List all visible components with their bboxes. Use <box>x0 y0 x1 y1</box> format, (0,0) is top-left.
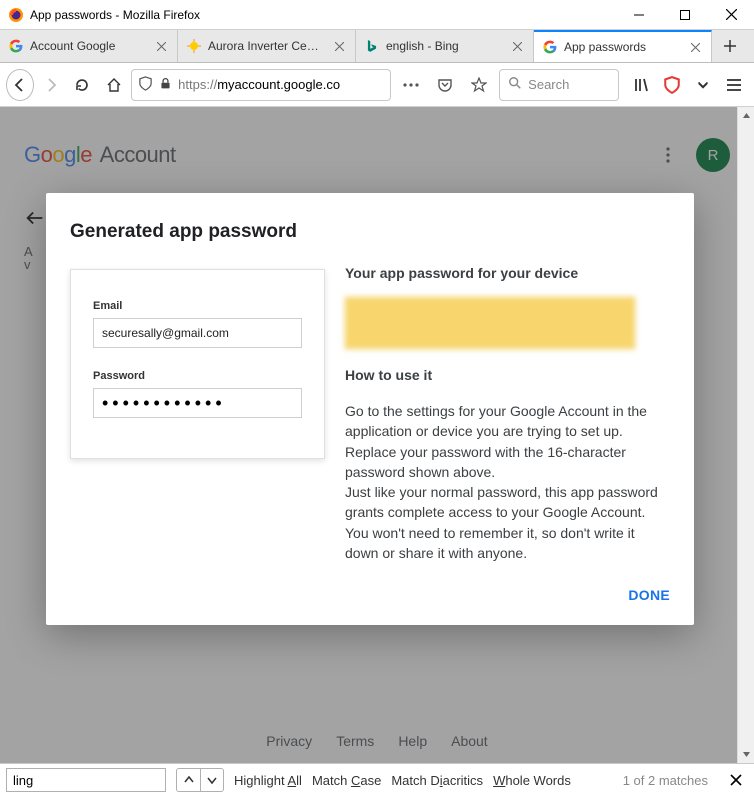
bing-icon <box>364 38 380 54</box>
generated-password-modal: Generated app password Email Password ••… <box>46 193 694 625</box>
ublock-icon[interactable] <box>658 69 685 101</box>
close-tab-icon[interactable] <box>153 38 169 54</box>
window-titlebar: App passwords - Mozilla Firefox <box>0 0 754 30</box>
firefox-icon <box>8 7 24 23</box>
modal-subheading: Your app password for your device <box>345 265 670 281</box>
shield-icon[interactable] <box>138 76 153 94</box>
app-password-box <box>345 297 635 349</box>
vertical-scrollbar[interactable] <box>737 107 754 763</box>
close-tab-icon[interactable] <box>331 38 347 54</box>
home-button[interactable] <box>100 69 127 101</box>
password-field[interactable]: •••••••••••• <box>93 388 302 418</box>
bookmark-button[interactable] <box>463 69 495 101</box>
find-match-count: 1 of 2 matches <box>623 773 708 788</box>
tab-label: Account Google <box>30 39 147 53</box>
reload-button[interactable] <box>69 69 96 101</box>
search-icon <box>508 76 522 93</box>
find-whole-words[interactable]: Whole Words <box>493 773 571 788</box>
tab-label: App passwords <box>564 40 681 54</box>
forward-button[interactable] <box>38 69 65 101</box>
nav-toolbar: https://myaccount.google.co Search <box>0 63 754 107</box>
library-button[interactable] <box>627 69 654 101</box>
google-g-icon <box>542 39 558 55</box>
lock-icon[interactable] <box>159 77 172 93</box>
maximize-button[interactable] <box>662 0 708 30</box>
page-actions-button[interactable] <box>395 69 427 101</box>
url-bar[interactable]: https://myaccount.google.co <box>131 69 391 101</box>
overflow-button[interactable] <box>690 69 717 101</box>
scroll-up-button[interactable] <box>738 107 754 124</box>
email-label: Email <box>93 300 302 312</box>
close-window-button[interactable] <box>708 0 754 30</box>
url-text: https://myaccount.google.co <box>178 77 340 92</box>
find-prev-button[interactable] <box>176 768 200 792</box>
find-close-button[interactable] <box>724 768 748 792</box>
scroll-track[interactable] <box>738 124 754 746</box>
tab-bing[interactable]: english - Bing <box>356 30 534 62</box>
close-tab-icon[interactable] <box>509 38 525 54</box>
password-label: Password <box>93 370 302 382</box>
find-match-case[interactable]: Match Case <box>312 773 381 788</box>
sun-icon <box>186 38 202 54</box>
email-field[interactable] <box>93 318 302 348</box>
find-bar: Highlight All Match Case Match Diacritic… <box>0 763 754 796</box>
new-tab-button[interactable] <box>712 30 748 62</box>
tab-account-google[interactable]: Account Google <box>0 30 178 62</box>
minimize-button[interactable] <box>616 0 662 30</box>
find-next-button[interactable] <box>200 768 224 792</box>
back-button[interactable] <box>6 69 34 101</box>
howto-heading: How to use it <box>345 367 670 383</box>
search-placeholder: Search <box>528 77 569 92</box>
window-title: App passwords - Mozilla Firefox <box>30 8 200 22</box>
find-highlight-all[interactable]: Highlight All <box>234 773 302 788</box>
page-viewport: Google Account R App passwords A v Priva… <box>0 107 754 763</box>
done-button[interactable]: DONE <box>628 587 670 603</box>
close-tab-icon[interactable] <box>687 39 703 55</box>
google-g-icon <box>8 38 24 54</box>
tab-app-passwords[interactable]: App passwords <box>534 30 712 62</box>
howto-body: Go to the settings for your Google Accou… <box>345 401 670 563</box>
search-bar[interactable]: Search <box>499 69 619 101</box>
tab-aurora[interactable]: Aurora Inverter Central <box>178 30 356 62</box>
tab-strip: Account Google Aurora Inverter Central e… <box>0 30 754 63</box>
app-menu-button[interactable] <box>721 69 748 101</box>
tab-label: Aurora Inverter Central <box>208 39 325 53</box>
modal-heading: Generated app password <box>70 221 670 243</box>
scroll-down-button[interactable] <box>738 746 754 763</box>
find-match-diacritics[interactable]: Match Diacritics <box>391 773 483 788</box>
tab-label: english - Bing <box>386 39 503 53</box>
pocket-button[interactable] <box>429 69 461 101</box>
find-input[interactable] <box>6 768 166 792</box>
credentials-card: Email Password •••••••••••• <box>70 269 325 459</box>
